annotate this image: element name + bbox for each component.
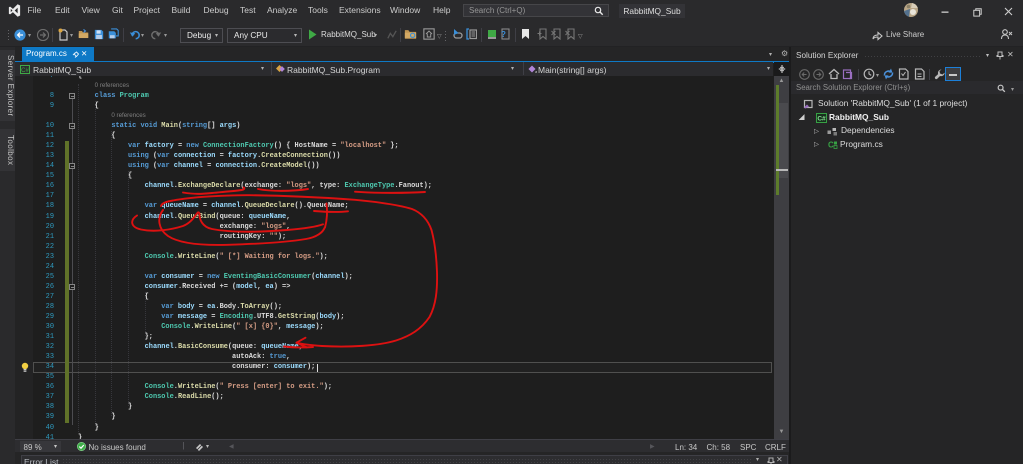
svg-text:a: a [535, 69, 537, 73]
svg-text:C#: C# [817, 115, 826, 122]
svg-text:?: ? [501, 30, 506, 39]
svg-text:C: C [828, 140, 834, 149]
svg-text:C#: C# [21, 67, 29, 73]
